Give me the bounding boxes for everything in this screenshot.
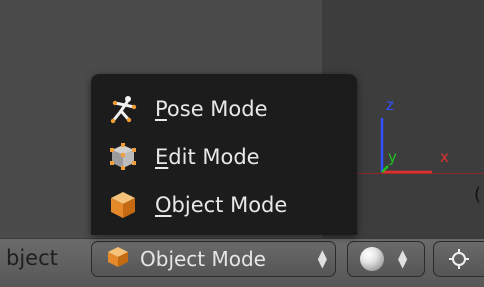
updown-arrows-icon: ▲ ▼ [317,247,327,270]
menu-item-pose-mode[interactable]: Pose Mode [91,87,357,131]
menu-item-label: Pose Mode [155,97,268,121]
viewport-edge-glyph: ( [474,184,482,205]
menu-item-label: Edit Mode [155,145,260,169]
mode-menu: Pose Mode Edit Mode Object Mode [91,74,357,235]
y-axis-label: y [388,148,397,166]
pivot-center-icon [449,249,469,269]
solid-sphere-icon [360,247,384,271]
menu-item-label: Object Mode [155,193,288,217]
pivot-point-button[interactable] [433,241,484,277]
menu-item-edit-mode[interactable]: Edit Mode [91,135,357,179]
header-menu-object[interactable]: bject [6,246,58,270]
cube-icon [106,245,130,273]
mode-select-label: Object Mode [140,247,266,271]
z-axis-label: z [386,96,394,114]
x-axis-label: x [440,148,449,166]
edit-mesh-icon [107,141,139,173]
shading-select[interactable]: ▲ ▼ [347,241,425,277]
axis-gizmo: z y x [380,96,449,174]
menu-item-object-mode[interactable]: Object Mode [91,183,357,227]
pose-armature-icon [107,93,139,125]
cube-icon [107,189,139,221]
updown-arrows-icon: ▲ ▼ [398,247,408,270]
mode-select[interactable]: Object Mode ▲ ▼ [91,241,336,277]
